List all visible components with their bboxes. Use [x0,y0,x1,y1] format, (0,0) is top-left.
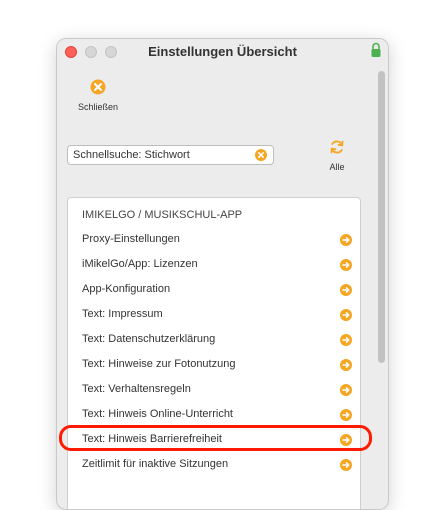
list-item[interactable]: Zeitlimit für inaktive Sitzungen [82,455,352,475]
arrow-right-icon[interactable] [340,234,352,246]
list-item[interactable]: Proxy-Einstellungen [82,230,352,250]
arrow-right-icon[interactable] [340,284,352,296]
list-item[interactable]: Text: Impressum [82,305,352,325]
close-button[interactable]: Schließen [73,79,123,112]
list-item-label: Text: Verhaltensregeln [82,383,191,395]
close-button-label: Schließen [77,102,119,112]
arrow-right-icon[interactable] [340,334,352,346]
search-input-value: Schnellsuche: Stichwort [73,149,190,161]
show-all-button[interactable]: Alle [321,139,353,172]
list-item-label: iMikelGo/App: Lizenzen [82,258,198,270]
list-item-label: Zeitlimit für inaktive Sitzungen [82,458,229,470]
arrow-right-icon[interactable] [340,434,352,446]
title-bar: Einstellungen Übersicht [57,39,388,65]
list-item-label: Text: Datenschutzerklärung [82,333,216,345]
list-item[interactable]: Text: Hinweise zur Fotonutzung [82,355,352,375]
settings-list: IMIKELGO / MUSIKSCHUL-APP Proxy-Einstell… [67,197,361,509]
scrollbar-thumb[interactable] [378,71,385,363]
arrow-right-icon[interactable] [340,409,352,421]
list-item-label: Text: Hinweise zur Fotonutzung [82,358,236,370]
list-item[interactable]: iMikelGo/App: Lizenzen [82,255,352,275]
search-input[interactable]: Schnellsuche: Stichwort [67,145,274,165]
list-item[interactable]: Text: Hinweis Online-Unterricht [82,405,352,425]
arrow-right-icon[interactable] [340,384,352,396]
clear-search-icon[interactable] [255,149,267,161]
list-item-label: Text: Impressum [82,308,163,320]
list-item-label: Text: Hinweis Barrierefreiheit [82,433,222,445]
window-title: Einstellungen Übersicht [148,44,297,59]
arrow-right-icon[interactable] [340,459,352,471]
settings-window: Einstellungen Übersicht Schließen Schnel… [56,38,389,510]
arrow-right-icon[interactable] [340,359,352,371]
lock-icon [371,42,381,57]
arrow-right-icon[interactable] [340,259,352,271]
arrow-right-icon[interactable] [340,309,352,321]
show-all-label: Alle [329,162,345,172]
list-item-label: Proxy-Einstellungen [82,233,180,245]
list-item[interactable]: Text: Datenschutzerklärung [82,330,352,350]
close-icon [90,79,106,95]
list-item[interactable]: App-Konfiguration [82,280,352,300]
list-item-label: Text: Hinweis Online-Unterricht [82,408,233,420]
list-item[interactable]: Text: Verhaltensregeln [82,380,352,400]
refresh-icon [330,140,344,154]
list-item-barrierefreiheit[interactable]: Text: Hinweis Barrierefreiheit [82,430,352,450]
list-section-header: IMIKELGO / MUSIKSCHUL-APP [82,209,243,221]
list-item-label: App-Konfiguration [82,283,171,295]
